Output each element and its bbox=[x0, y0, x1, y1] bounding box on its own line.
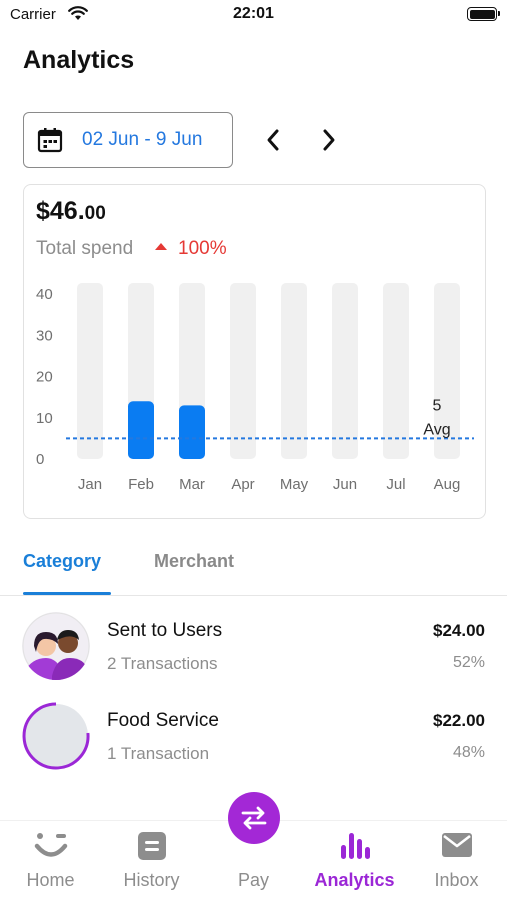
list-item-amount: $22.00 bbox=[433, 711, 485, 730]
list-item-subtitle: 1 Transaction bbox=[107, 744, 210, 763]
battery-icon bbox=[467, 7, 500, 21]
x-tick-label: Jul bbox=[386, 476, 405, 493]
nav-analytics-label: Analytics bbox=[314, 870, 395, 890]
x-tick-label: May bbox=[280, 476, 309, 493]
list-item-percent: 48% bbox=[452, 744, 485, 761]
nav-history[interactable]: History bbox=[101, 821, 202, 900]
analytics-bars-icon bbox=[340, 833, 370, 859]
x-tick-label: Mar bbox=[179, 476, 205, 493]
y-tick-label: 10 bbox=[36, 410, 53, 427]
y-tick-label: 30 bbox=[36, 327, 53, 344]
breakdown-tabs: Category Merchant bbox=[0, 540, 507, 596]
date-range-selector[interactable]: 02 Jun - 9 Jun bbox=[23, 112, 233, 168]
x-tick-label: Aug bbox=[434, 476, 461, 493]
average-value-label: 5 bbox=[433, 397, 442, 414]
inbox-mail-icon bbox=[441, 833, 472, 857]
clock: 22:01 bbox=[233, 5, 274, 22]
list-item-amount: $24.00 bbox=[433, 621, 485, 640]
bar-track bbox=[332, 283, 358, 459]
transfer-arrows-icon bbox=[241, 806, 267, 830]
y-tick-label: 0 bbox=[36, 451, 44, 468]
bar-track bbox=[383, 283, 409, 459]
list-item-percent: 52% bbox=[452, 654, 485, 671]
x-tick-label: Jun bbox=[333, 476, 357, 493]
nav-inbox-label: Inbox bbox=[434, 870, 479, 890]
previous-week-button[interactable] bbox=[258, 124, 288, 156]
trend-percent: 100% bbox=[178, 238, 227, 259]
nav-pay-label: Pay bbox=[237, 870, 270, 890]
amount-cents: 00 bbox=[84, 203, 106, 224]
nav-home-label: Home bbox=[26, 870, 75, 890]
list-item-subtitle: 2 Transactions bbox=[107, 654, 218, 673]
status-bar: Carrier 22:01 bbox=[0, 0, 507, 30]
x-tick-label: Jan bbox=[78, 476, 102, 493]
trend-up-icon bbox=[155, 243, 167, 250]
average-text-label: Avg bbox=[423, 421, 450, 438]
list-item[interactable]: Sent to Users 2 Transactions $24.00 52% bbox=[0, 606, 507, 686]
spend-trend: 100% bbox=[155, 238, 227, 260]
chevron-right-icon bbox=[323, 129, 335, 151]
date-range-label: 02 Jun - 9 Jun bbox=[82, 129, 203, 150]
x-tick-label: Feb bbox=[128, 476, 154, 493]
spend-bar-chart: 0 10 20 30 40 Jan Feb Mar Apr May Jun Jul Aug 5 Avg bbox=[36, 283, 474, 493]
bar-track bbox=[281, 283, 307, 459]
active-tab-indicator bbox=[23, 592, 111, 595]
tab-category[interactable]: Category bbox=[23, 551, 101, 572]
bar-track bbox=[77, 283, 103, 459]
x-tick-label: Apr bbox=[231, 476, 254, 493]
bar bbox=[179, 405, 205, 459]
list-item[interactable]: Food Service 1 Transaction $22.00 48% bbox=[0, 696, 507, 776]
nav-history-label: History bbox=[123, 870, 180, 890]
tab-merchant[interactable]: Merchant bbox=[154, 551, 234, 572]
category-progress-ring-icon bbox=[22, 702, 90, 770]
y-tick-label: 40 bbox=[36, 286, 53, 303]
page-title: Analytics bbox=[23, 46, 135, 74]
bar bbox=[128, 401, 154, 459]
history-icon bbox=[137, 832, 166, 860]
list-item-title: Sent to Users bbox=[107, 620, 223, 641]
spend-summary-card: $46.00 Total spend 100% 0 10 20 30 40 Jan Feb M… bbox=[23, 184, 486, 519]
list-item-title: Food Service bbox=[107, 710, 219, 731]
next-week-button[interactable] bbox=[314, 124, 344, 156]
y-tick-label: 20 bbox=[36, 369, 53, 386]
pay-button[interactable] bbox=[228, 792, 280, 844]
calendar-icon bbox=[37, 128, 63, 153]
nav-inbox[interactable]: Inbox bbox=[406, 821, 507, 900]
bar-track bbox=[230, 283, 256, 459]
avatar bbox=[22, 702, 90, 770]
nav-home[interactable]: Home bbox=[0, 821, 101, 900]
amount-main: $46. bbox=[36, 197, 85, 225]
nav-analytics[interactable]: Analytics bbox=[304, 821, 405, 900]
total-spend-amount: $46.00 bbox=[36, 197, 106, 226]
users-avatar-icon bbox=[22, 612, 90, 680]
total-spend-label: Total spend bbox=[36, 238, 134, 259]
chevron-left-icon bbox=[267, 129, 279, 151]
home-smile-icon bbox=[34, 833, 67, 857]
avatar bbox=[22, 612, 90, 680]
